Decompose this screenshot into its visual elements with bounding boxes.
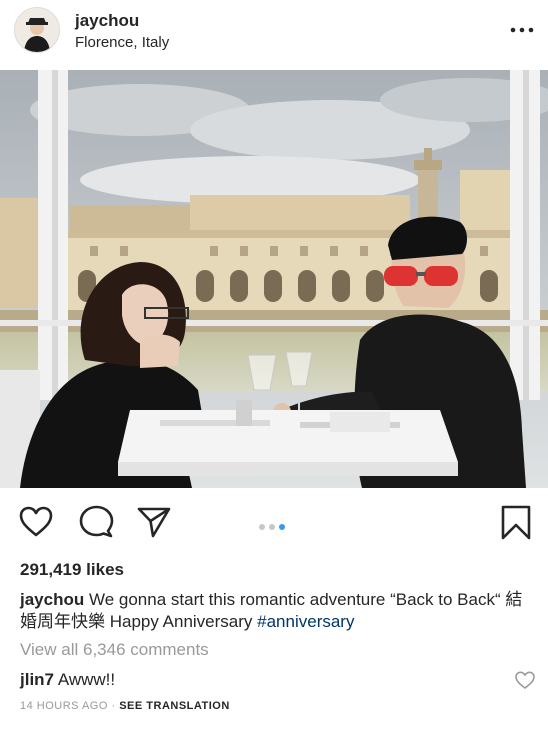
likes-count[interactable]: 291,419 likes — [20, 560, 124, 580]
direct-share-icon[interactable] — [136, 504, 172, 540]
comment-text: Awww!! — [57, 670, 116, 689]
avatar[interactable] — [14, 7, 60, 53]
carousel-dot-active — [279, 524, 285, 530]
view-all-comments-link[interactable]: View all 6,346 comments — [20, 640, 209, 660]
meta-separator: · — [111, 700, 116, 712]
post-header: jaychou Florence, Italy — [0, 0, 548, 68]
action-bar — [0, 498, 548, 548]
bookmark-icon[interactable] — [498, 504, 534, 540]
post-meta: 14 HOURS AGO · SEE TRANSLATION — [20, 700, 230, 712]
post-timestamp: 14 HOURS AGO — [20, 700, 108, 712]
post-location[interactable]: Florence, Italy — [75, 34, 169, 51]
carousel-indicator — [257, 517, 287, 530]
comment-icon[interactable] — [78, 504, 114, 540]
heart-icon[interactable] — [18, 504, 54, 540]
carousel-dot — [269, 524, 275, 530]
more-options-icon[interactable] — [510, 22, 534, 33]
comment-username[interactable]: jlin7 — [20, 670, 54, 689]
see-translation-link[interactable]: SEE TRANSLATION — [119, 700, 230, 712]
post-photo[interactable] — [0, 70, 548, 488]
caption-hashtag[interactable]: #anniversary — [257, 612, 354, 631]
post-username[interactable]: jaychou — [75, 11, 139, 31]
post-caption: jaychou We gonna start this romantic adv… — [20, 589, 535, 633]
comment-heart-icon[interactable] — [514, 670, 536, 690]
caption-username[interactable]: jaychou — [20, 590, 84, 609]
carousel-dot — [259, 524, 265, 530]
comment-row: jlin7 Awww!! — [20, 670, 115, 690]
